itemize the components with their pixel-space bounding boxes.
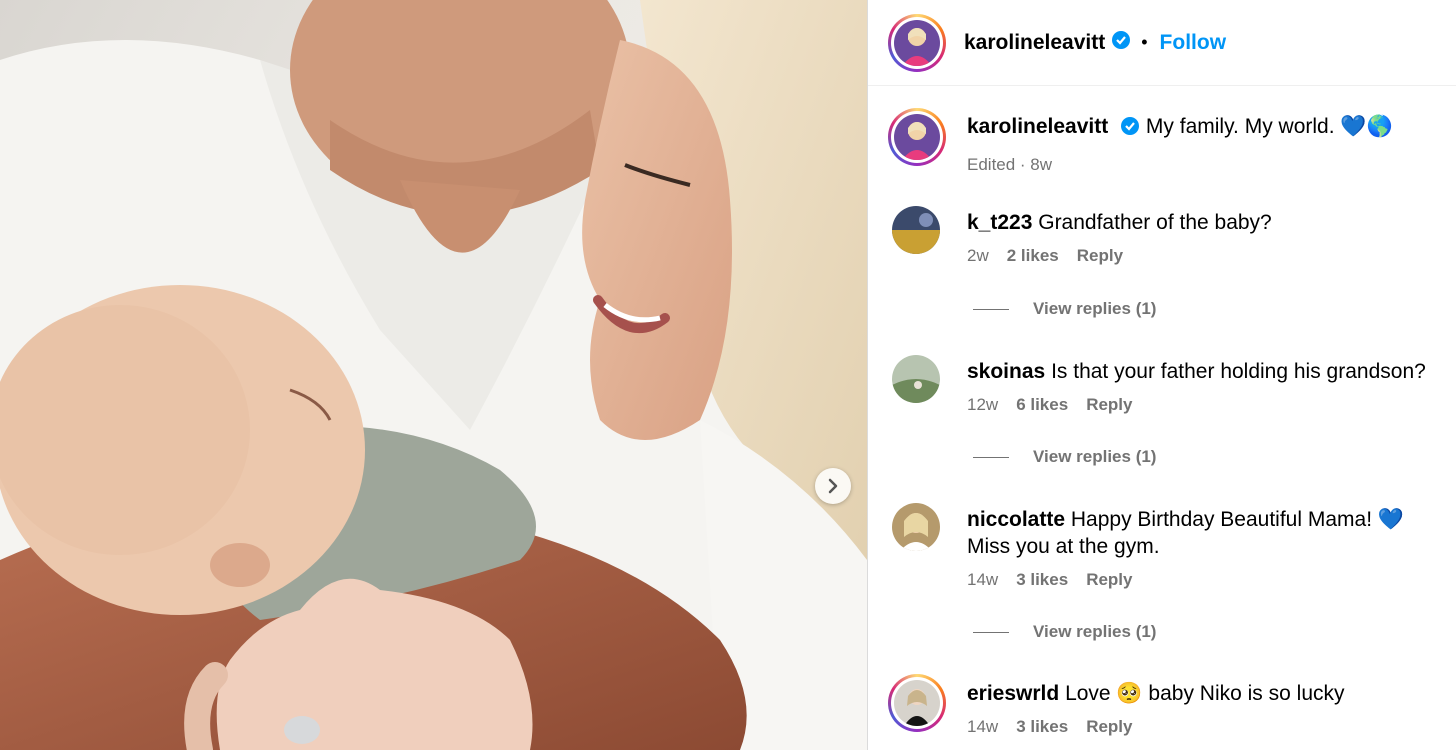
comment-item: k_t223 Grandfather of the baby? 2w 2 lik… <box>892 206 1452 266</box>
avatar-image <box>892 206 940 254</box>
reply-button[interactable]: Reply <box>1086 570 1132 590</box>
avatar-image <box>894 19 940 66</box>
comments-panel: karolineleavitt • Follow karolineleavitt <box>867 0 1456 750</box>
view-replies-label: View replies (1) <box>1033 447 1157 466</box>
comment-likes[interactable]: 6 likes <box>1016 395 1068 415</box>
comment-item: erieswrld Love 🥺 baby Niko is so lucky 1… <box>888 674 1448 737</box>
comment-item: niccolatte Happy Birthday Beautiful Mama… <box>892 503 1452 590</box>
reply-button[interactable]: Reply <box>1086 395 1132 415</box>
comment-text: Grandfather of the baby? <box>1038 211 1272 234</box>
chevron-right-icon <box>828 478 838 494</box>
comment-username[interactable]: k_t223 <box>967 211 1032 234</box>
view-replies-label: View replies (1) <box>1033 299 1157 318</box>
comment-age: 14w <box>967 717 999 736</box>
avatar-image <box>894 114 940 160</box>
avatar-image <box>892 503 940 551</box>
post-header: karolineleavitt • Follow <box>868 0 1456 86</box>
comment-text-line2: Miss you at the gym. <box>967 535 1160 558</box>
verified-badge-icon <box>1120 116 1140 143</box>
commenter-avatar[interactable] <box>892 206 940 254</box>
commenter-avatar[interactable] <box>888 674 946 732</box>
comment-likes[interactable]: 3 likes <box>1016 717 1068 737</box>
post-caption: karolineleavitt My family. My world. 💙🌎 … <box>888 108 1393 175</box>
comment-age: 12w <box>967 395 999 414</box>
caption-avatar[interactable] <box>888 108 946 166</box>
avatar-image <box>894 680 940 726</box>
replies-divider <box>973 308 1009 310</box>
comment-age: 2w <box>967 246 989 265</box>
author-avatar[interactable] <box>888 13 946 72</box>
replies-divider <box>973 631 1009 633</box>
avatar-image <box>892 355 940 403</box>
comment-username[interactable]: erieswrld <box>967 682 1059 705</box>
view-replies-label: View replies (1) <box>1033 622 1157 641</box>
comment-item: skoinas Is that your father holding his … <box>892 355 1452 415</box>
caption-text: My family. My world. 💙🌎 <box>1145 115 1393 138</box>
comment-username[interactable]: niccolatte <box>967 508 1065 531</box>
comment-likes[interactable]: 2 likes <box>1007 246 1059 266</box>
reply-button[interactable]: Reply <box>1086 717 1132 737</box>
comment-text: Happy Birthday Beautiful Mama! 💙 <box>1070 508 1405 531</box>
post-photo[interactable] <box>0 0 867 750</box>
verified-badge-icon <box>1111 30 1131 55</box>
comment-text: Is that your father holding his grandson… <box>1051 360 1426 383</box>
view-replies-button[interactable]: View replies (1) <box>973 447 1156 467</box>
caption-username[interactable]: karolineleavitt <box>967 115 1108 138</box>
commenter-avatar[interactable] <box>892 503 940 551</box>
reply-button[interactable]: Reply <box>1077 246 1123 266</box>
next-photo-button[interactable] <box>815 468 851 504</box>
separator-dot: • <box>1141 32 1148 52</box>
comment-username[interactable]: skoinas <box>967 360 1045 383</box>
comment-age: 14w <box>967 570 999 589</box>
replies-divider <box>973 456 1009 458</box>
view-replies-button[interactable]: View replies (1) <box>973 299 1156 319</box>
commenter-avatar[interactable] <box>892 355 940 403</box>
follow-button[interactable]: Follow <box>1160 31 1227 55</box>
comment-likes[interactable]: 3 likes <box>1016 570 1068 590</box>
family-photo-illustration <box>0 0 867 750</box>
author-username[interactable]: karolineleavitt <box>964 31 1105 55</box>
view-replies-button[interactable]: View replies (1) <box>973 622 1156 642</box>
caption-meta: Edited · 8w <box>967 155 1053 174</box>
comment-text: Love 🥺 baby Niko is so lucky <box>1065 682 1345 705</box>
